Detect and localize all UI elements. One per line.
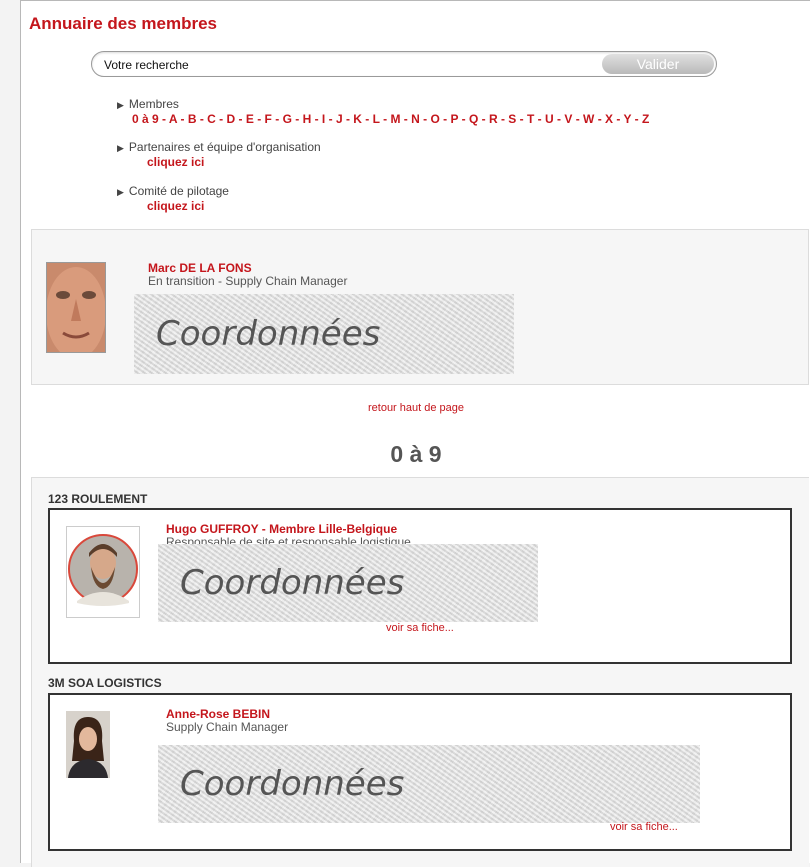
letter-separator: - <box>361 112 373 126</box>
letter-link[interactable]: A <box>169 112 177 126</box>
search-input[interactable] <box>104 56 594 73</box>
letter-link[interactable]: U <box>545 112 554 126</box>
search-submit-button[interactable]: Valider <box>602 54 714 74</box>
letter-link[interactable]: D <box>227 112 236 126</box>
search-bar: Valider <box>91 51 717 77</box>
letter-link[interactable]: F <box>265 112 272 126</box>
letter-separator: - <box>253 112 265 126</box>
coordinates-panel: Coordonnées <box>158 745 700 823</box>
letter-link[interactable]: N <box>411 112 420 126</box>
alphabet-links: 0 à 9 - A - B - C - D - E - F - G - H - … <box>132 112 649 126</box>
member-name-link[interactable]: Hugo GUFFROY - Membre Lille-Belgique <box>166 522 397 536</box>
letter-separator: - <box>458 112 469 126</box>
member-role: Supply Chain Manager <box>166 720 289 734</box>
partners-link[interactable]: cliquez ici <box>147 155 204 169</box>
page-container: Annuaire des membres Valider ▶ Membres 0 … <box>20 0 810 867</box>
letter-separator: - <box>572 112 584 126</box>
triangle-right-icon: ▶ <box>117 187 124 197</box>
letter-separator: - <box>215 112 227 126</box>
letter-separator: - <box>631 112 642 126</box>
letter-separator: - <box>553 112 565 126</box>
letter-link[interactable]: 0 à 9 <box>132 112 159 126</box>
member-name-link[interactable]: Marc DE LA FONS <box>148 261 252 275</box>
triangle-right-icon: ▶ <box>117 143 124 153</box>
letter-separator: - <box>497 112 509 126</box>
letter-separator: - <box>325 112 336 126</box>
letter-separator: - <box>439 112 451 126</box>
back-to-top-link[interactable]: retour haut de page <box>21 402 810 414</box>
letter-separator: - <box>478 112 489 126</box>
page-title: Annuaire des membres <box>29 14 218 33</box>
view-profile-link[interactable]: voir sa fiche... <box>610 821 678 833</box>
letter-separator: - <box>311 112 322 126</box>
letter-link[interactable]: G <box>283 112 292 126</box>
featured-member-card: Marc DE LA FONS En transition - Supply C… <box>31 229 809 385</box>
letter-link[interactable]: J <box>336 112 343 126</box>
nav-committee: ▶ Comité de pilotage cliquez ici <box>117 184 229 214</box>
letter-link[interactable]: H <box>303 112 312 126</box>
member-photo <box>66 711 110 778</box>
letter-separator: - <box>594 112 606 126</box>
nav-partners: ▶ Partenaires et équipe d'organisation cl… <box>117 140 321 170</box>
view-profile-link[interactable]: voir sa fiche... <box>386 622 454 634</box>
letter-link[interactable]: Q <box>469 112 478 126</box>
letter-separator: - <box>177 112 188 126</box>
member-photo <box>46 262 106 353</box>
letter-separator: - <box>379 112 391 126</box>
letter-separator: - <box>271 112 283 126</box>
coordinates-panel: Coordonnées <box>134 294 514 374</box>
letter-separator: - <box>419 112 431 126</box>
letter-link[interactable]: M <box>390 112 400 126</box>
letter-separator: - <box>158 112 169 126</box>
committee-link[interactable]: cliquez ici <box>147 199 204 213</box>
nav-committee-label: Comité de pilotage <box>128 184 229 198</box>
letter-link[interactable]: O <box>430 112 439 126</box>
letter-separator: - <box>534 112 545 126</box>
member-card: Hugo GUFFROY - Membre Lille-Belgique Res… <box>48 508 792 664</box>
letter-link[interactable]: K <box>353 112 362 126</box>
letter-link[interactable]: W <box>583 112 594 126</box>
coordinates-panel: Coordonnées <box>158 544 538 622</box>
member-list-panel: 123 ROULEMENT Hugo GUFFROY - Membre Lill… <box>31 477 809 867</box>
letter-separator: - <box>235 112 246 126</box>
member-card: Anne-Rose BEBIN Supply Chain Manager Coo… <box>48 693 792 851</box>
member-name-link[interactable]: Anne-Rose BEBIN <box>166 707 270 721</box>
member-photo <box>66 526 140 618</box>
nav-members-label: Membres <box>128 97 179 111</box>
company-name: 3M SOA LOGISTICS <box>48 676 162 690</box>
letter-link[interactable]: E <box>246 112 254 126</box>
nav-partners-label: Partenaires et équipe d'organisation <box>128 140 321 154</box>
letter-separator: - <box>516 112 527 126</box>
nav-members: ▶ Membres 0 à 9 - A - B - C - D - E - F -… <box>117 97 649 127</box>
company-name: 123 ROULEMENT <box>48 492 148 506</box>
letter-link[interactable]: R <box>489 112 498 126</box>
letter-link[interactable]: X <box>605 112 613 126</box>
letter-separator: - <box>196 112 208 126</box>
letter-link[interactable]: L <box>373 112 380 126</box>
letter-separator: - <box>342 112 354 126</box>
section-heading: 0 à 9 <box>390 441 442 467</box>
member-role: En transition - Supply Chain Manager <box>148 274 348 288</box>
triangle-right-icon: ▶ <box>117 100 124 110</box>
letter-link[interactable]: C <box>207 112 216 126</box>
letter-separator: - <box>400 112 412 126</box>
letter-link[interactable]: Z <box>642 112 649 126</box>
letter-separator: - <box>291 112 303 126</box>
letter-separator: - <box>613 112 624 126</box>
letter-link[interactable]: B <box>188 112 197 126</box>
